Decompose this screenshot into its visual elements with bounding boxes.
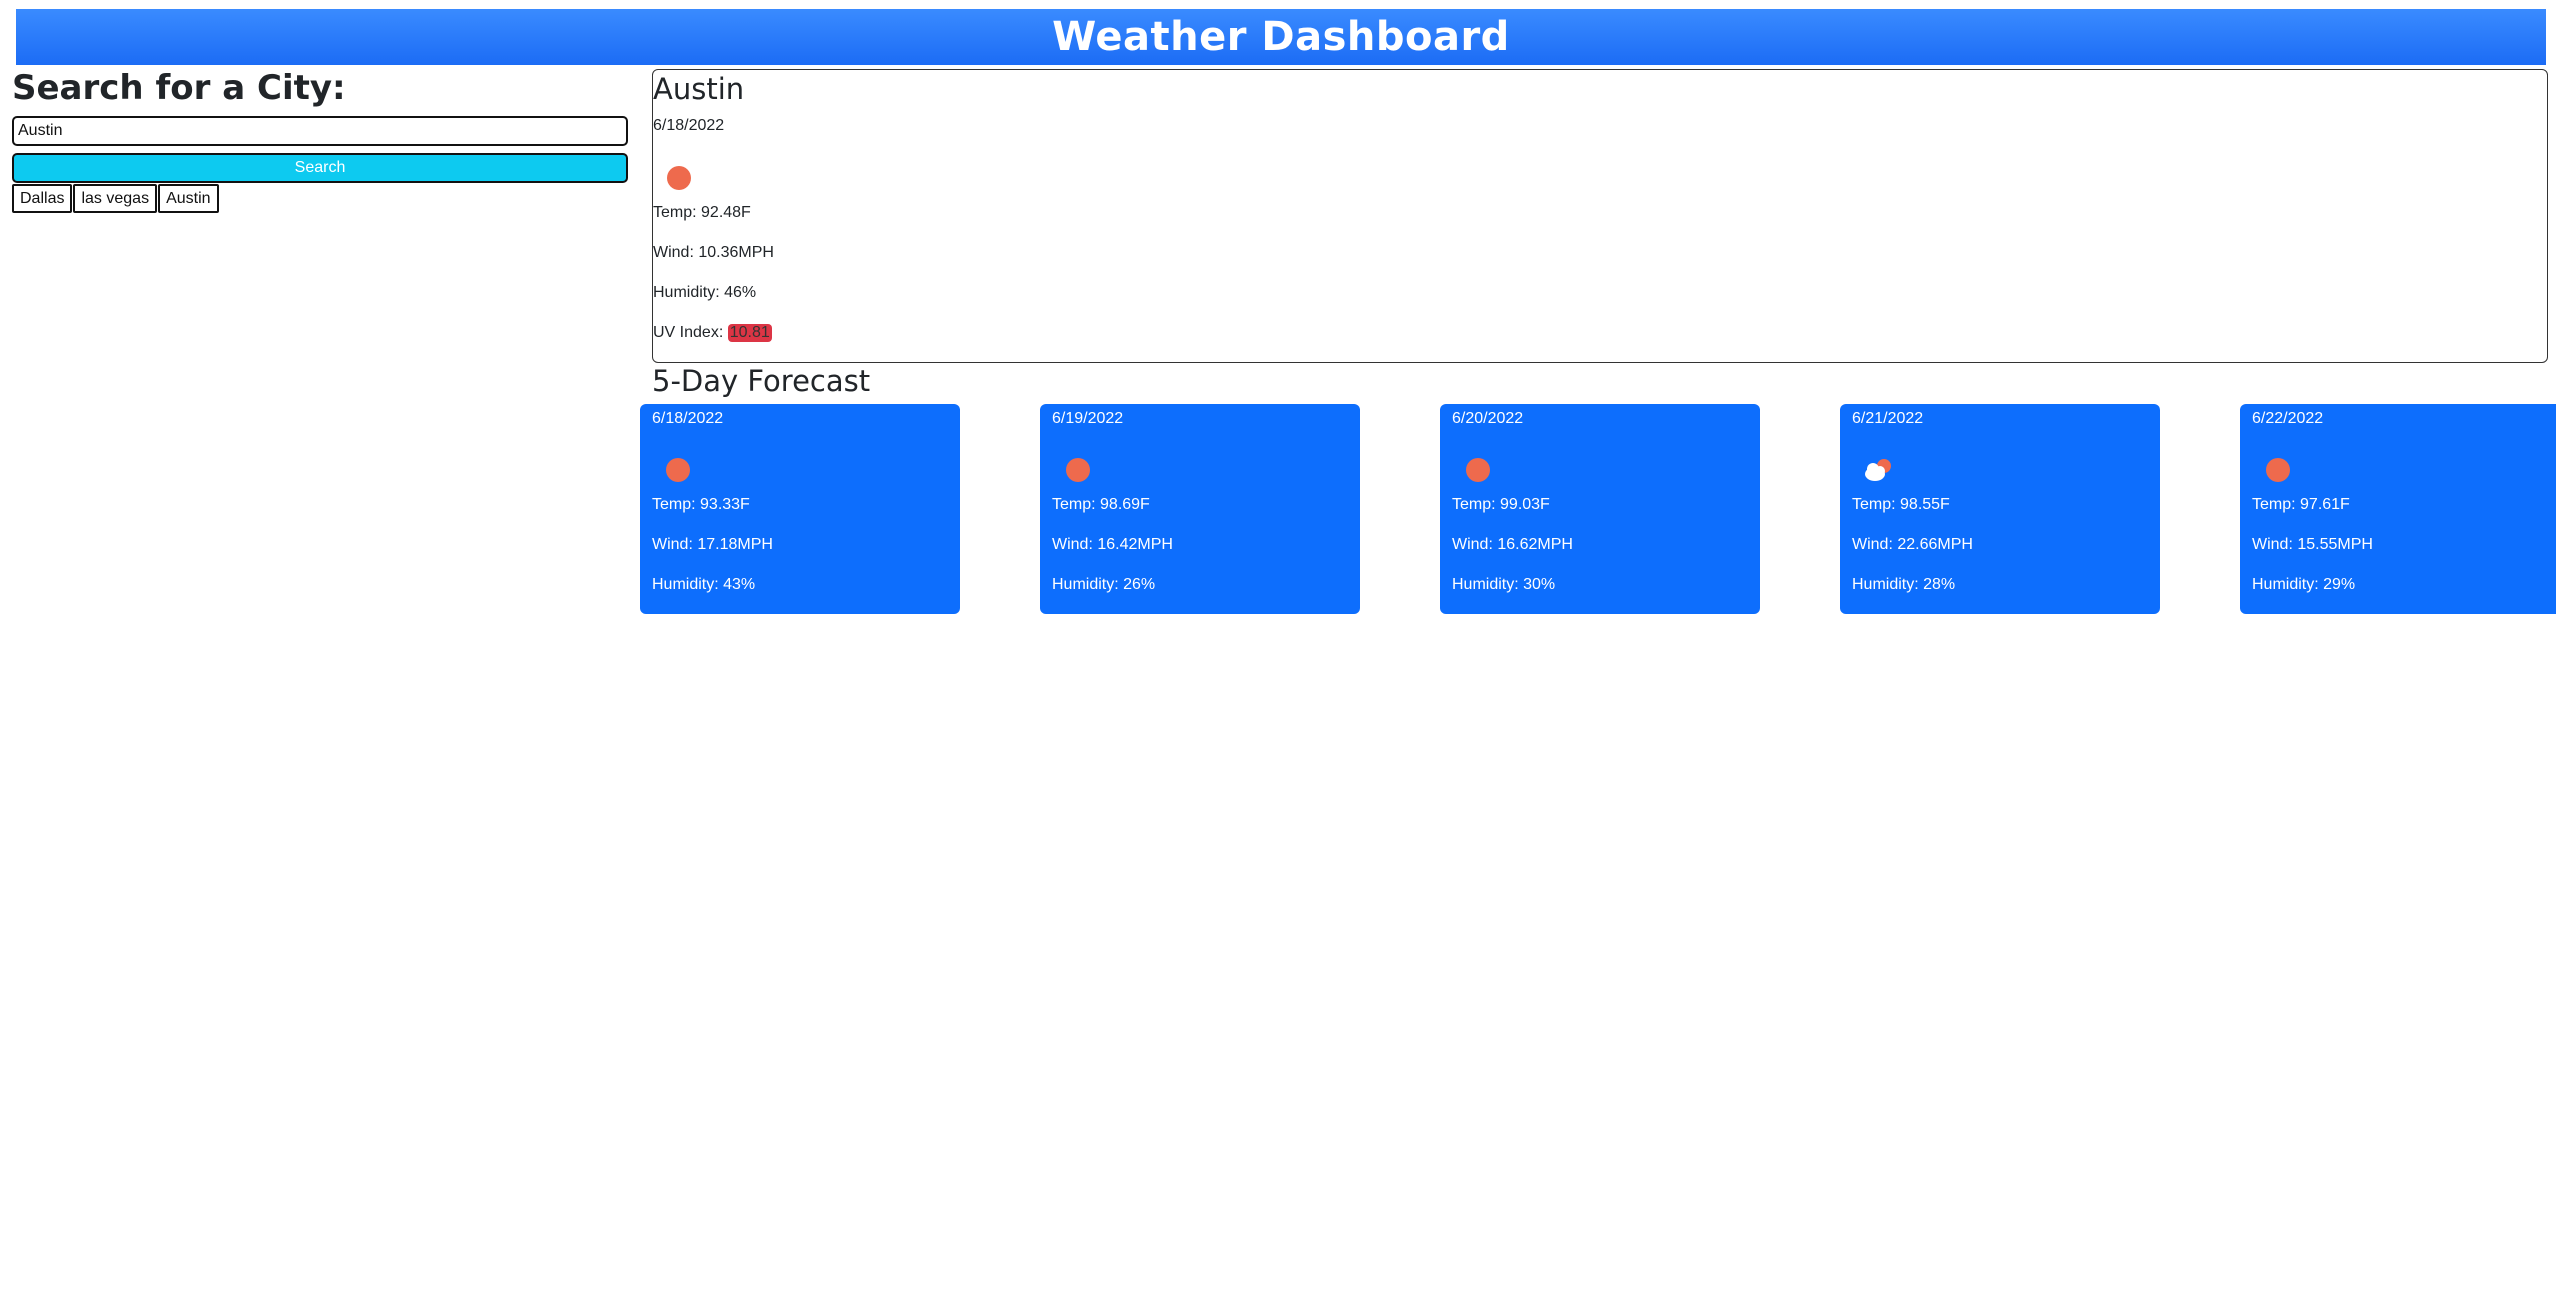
current-humidity: Humidity: 46% (653, 284, 757, 301)
page-title: Weather Dashboard (1052, 14, 1510, 60)
uv-label: UV Index: (653, 324, 728, 341)
forecast-wind: Wind: 16.62MPH (1452, 536, 1573, 553)
forecast-card: 6/21/2022 Temp: 98.55F Wind: 22.66MPH Hu… (1840, 404, 2160, 614)
forecast-humidity: Humidity: 43% (652, 576, 756, 593)
sun-icon (667, 166, 691, 190)
current-wind: Wind: 10.36MPH (653, 244, 774, 261)
forecast-date: 6/21/2022 (1852, 410, 1924, 427)
forecast-card: 6/20/2022 Temp: 99.03F Wind: 16.62MPH Hu… (1440, 404, 1760, 614)
city-search-input[interactable] (12, 116, 628, 146)
forecast-card: 6/19/2022 Temp: 98.69F Wind: 16.42MPH Hu… (1040, 404, 1360, 614)
forecast-temp: Temp: 99.03F (1452, 496, 1550, 513)
search-button[interactable]: Search (12, 153, 628, 183)
forecast-card: 6/22/2022 Temp: 97.61F Wind: 15.55MPH Hu… (2240, 404, 2556, 614)
sun-icon (1066, 458, 1090, 482)
forecast-humidity: Humidity: 29% (2252, 576, 2356, 593)
history-button-dallas[interactable]: Dallas (12, 184, 73, 213)
forecast-temp: Temp: 93.33F (652, 496, 750, 513)
forecast-wind: Wind: 15.55MPH (2252, 536, 2373, 553)
search-heading: Search for a City: (12, 68, 346, 108)
sun-icon (2266, 458, 2290, 482)
forecast-date: 6/19/2022 (1052, 410, 1124, 427)
forecast-wind: Wind: 22.66MPH (1852, 536, 1973, 553)
forecast-heading: 5-Day Forecast (652, 364, 871, 398)
forecast-date: 6/18/2022 (652, 410, 724, 427)
forecast-temp: Temp: 98.69F (1052, 496, 1150, 513)
current-weather-card: Austin 6/18/2022 Temp: 92.48F Wind: 10.3… (652, 69, 2548, 363)
history-button-austin[interactable]: Austin (158, 184, 219, 213)
forecast-temp: Temp: 97.61F (2252, 496, 2350, 513)
current-temp: Temp: 92.48F (653, 204, 751, 221)
forecast-humidity: Humidity: 26% (1052, 576, 1156, 593)
current-date: 6/18/2022 (653, 117, 725, 134)
forecast-date: 6/22/2022 (2252, 410, 2324, 427)
current-uv: UV Index: 10.81 (653, 324, 772, 342)
header-banner: Weather Dashboard (16, 9, 2546, 65)
forecast-humidity: Humidity: 28% (1852, 576, 1956, 593)
history-button-las-vegas[interactable]: las vegas (73, 184, 158, 213)
forecast-date: 6/20/2022 (1452, 410, 1524, 427)
sun-icon (1466, 458, 1490, 482)
uv-index-badge: 10.81 (727, 324, 772, 342)
forecast-temp: Temp: 98.55F (1852, 496, 1950, 513)
forecast-wind: Wind: 16.42MPH (1052, 536, 1173, 553)
forecast-humidity: Humidity: 30% (1452, 576, 1556, 593)
current-city-name: Austin (653, 72, 745, 106)
cloud-sun-icon (1860, 456, 1894, 484)
forecast-wind: Wind: 17.18MPH (652, 536, 773, 553)
sun-icon (666, 458, 690, 482)
search-history: Dallas las vegas Austin (12, 184, 220, 213)
forecast-card: 6/18/2022 Temp: 93.33F Wind: 17.18MPH Hu… (640, 404, 960, 614)
